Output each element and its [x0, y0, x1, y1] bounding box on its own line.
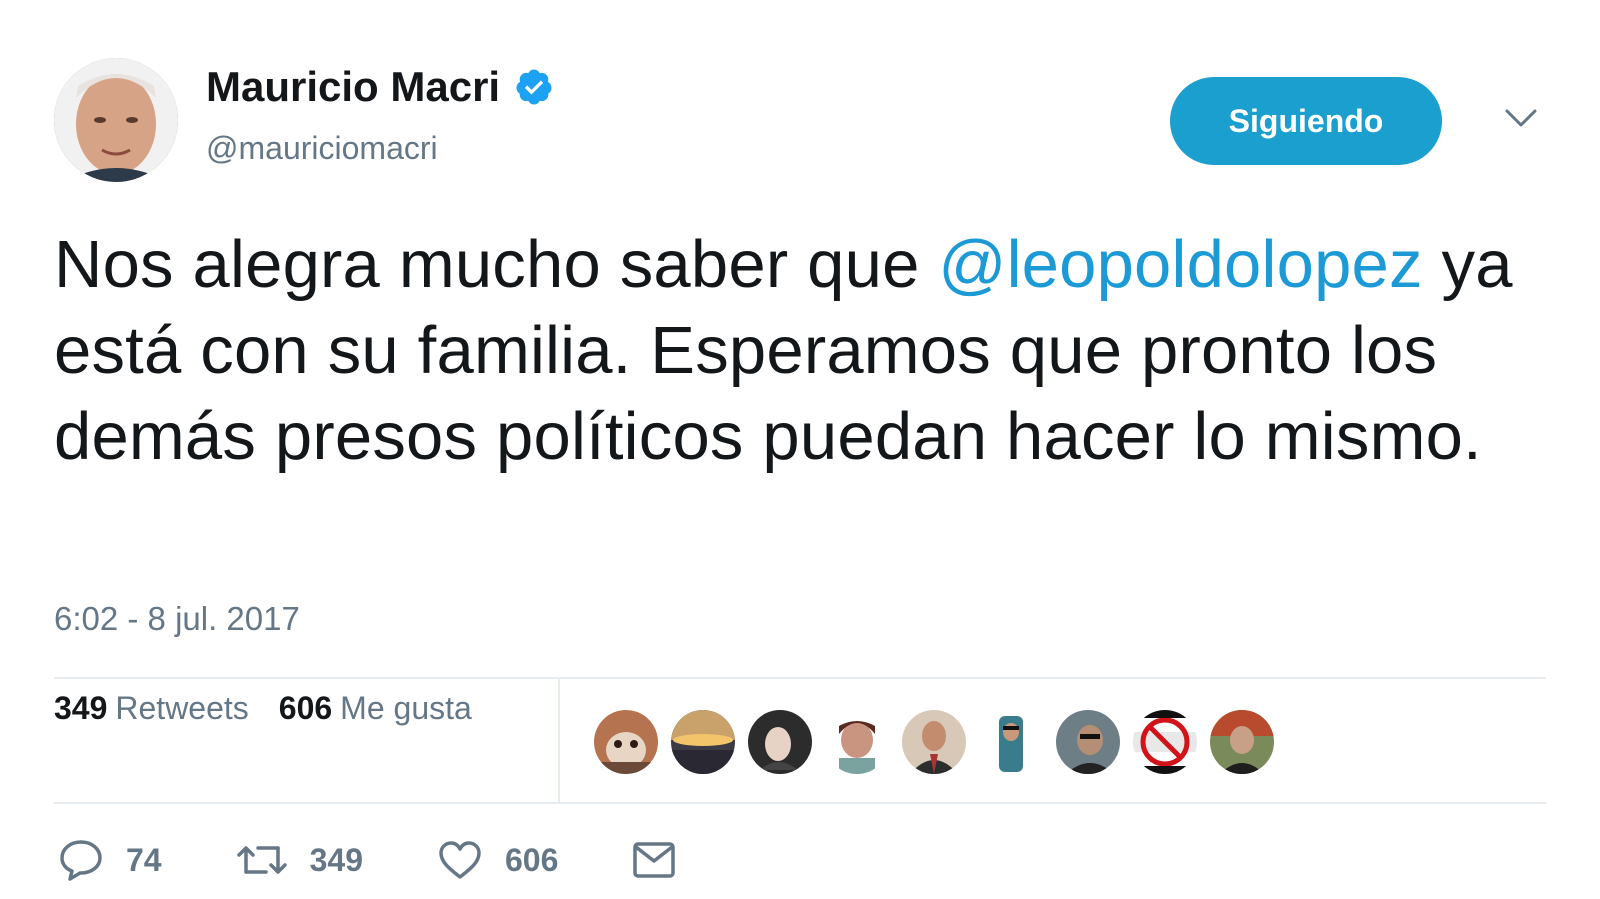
tweet-actions: 74 349 606: [58, 838, 750, 882]
tweet-timestamp[interactable]: 6:02 - 8 jul. 2017: [54, 600, 300, 638]
stats-separator: [558, 678, 560, 802]
reply-button[interactable]: 74: [58, 838, 162, 882]
like-button[interactable]: 606: [437, 839, 558, 881]
avatar-photo: [54, 58, 178, 182]
divider-top: [54, 677, 1546, 679]
retweets-stat[interactable]: 349 Retweets: [54, 690, 249, 727]
liker-avatar-6[interactable]: [979, 710, 1043, 774]
avatar[interactable]: [54, 58, 178, 182]
tweet-text: Nos alegra mucho saber que @leopoldolope…: [54, 222, 1554, 480]
mention-link[interactable]: @leopoldolopez: [938, 227, 1422, 302]
liker-avatar-7[interactable]: [1056, 710, 1120, 774]
retweet-button[interactable]: 349: [236, 840, 363, 880]
like-count: 606: [504, 841, 559, 878]
liker-avatar-2[interactable]: [671, 710, 735, 774]
divider-bottom: [54, 802, 1546, 804]
following-button[interactable]: Siguiendo: [1170, 77, 1442, 165]
likes-label: Me gusta: [340, 690, 472, 726]
tweet-text-start: Nos alegra mucho saber que: [54, 227, 939, 302]
reply-icon: [60, 840, 102, 881]
verified-badge-icon: [516, 69, 552, 105]
retweets-count: 349: [54, 690, 108, 726]
retweet-count: 349: [309, 841, 363, 878]
likes-count: 606: [278, 690, 333, 726]
liker-avatars: [594, 710, 1274, 774]
direct-message-button[interactable]: [632, 841, 676, 879]
liker-avatar-3[interactable]: [748, 710, 812, 774]
display-name[interactable]: Mauricio Macri: [206, 63, 500, 111]
liker-avatar-1[interactable]: [594, 710, 658, 774]
reply-count: 74: [126, 841, 162, 878]
retweets-label: Retweets: [115, 690, 249, 726]
envelope-icon: [633, 842, 676, 878]
liker-avatar-4[interactable]: [825, 710, 889, 774]
heart-icon: [439, 841, 481, 879]
retweet-icon: [236, 846, 287, 874]
author-name-row[interactable]: Mauricio Macri: [206, 63, 554, 111]
likes-stat[interactable]: 606 Me gusta: [279, 690, 472, 727]
author-handle[interactable]: @mauriciomacri: [206, 130, 438, 167]
tweet-stats: 349 Retweets 606 Me gusta: [54, 690, 472, 727]
liker-avatar-5[interactable]: [902, 710, 966, 774]
liker-avatar-8[interactable]: [1133, 710, 1197, 774]
chevron-down-icon[interactable]: [1504, 106, 1538, 130]
liker-avatar-9[interactable]: [1210, 710, 1274, 774]
